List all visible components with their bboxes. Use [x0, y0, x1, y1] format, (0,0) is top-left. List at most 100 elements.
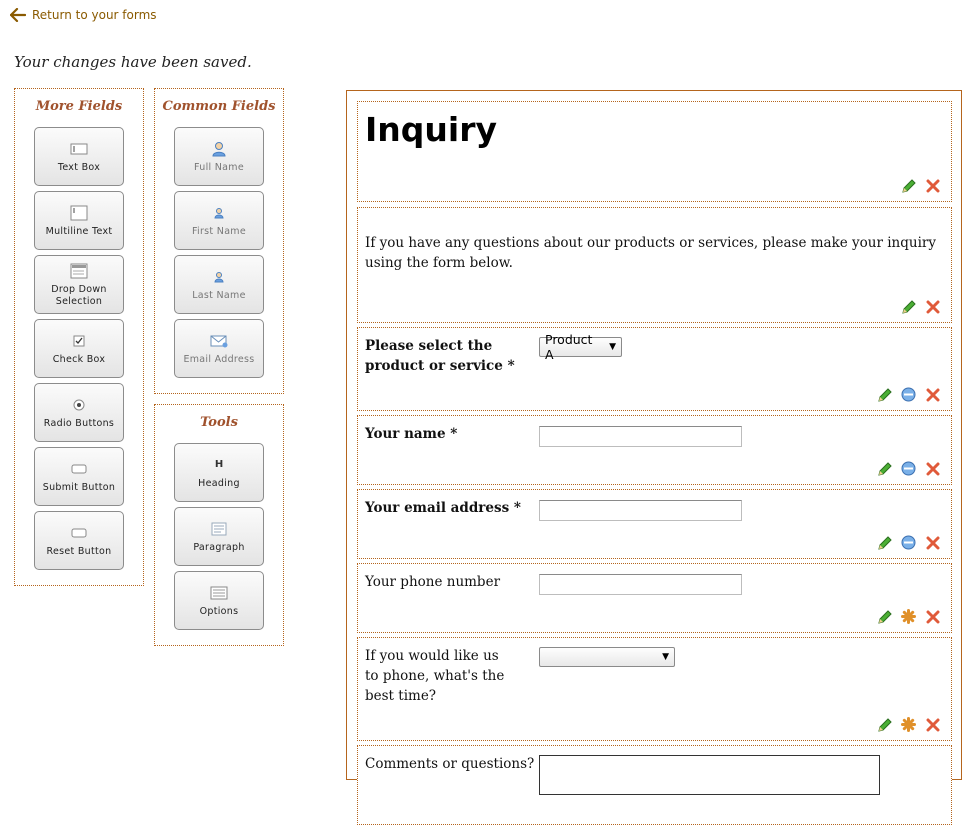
paragraph-actions: [900, 298, 941, 315]
form-paragraph-block[interactable]: If you have any questions about our prod…: [357, 207, 952, 323]
field-label: Your email address *: [365, 500, 521, 516]
optional-toggle-icon[interactable]: [900, 716, 917, 733]
add-dropdown-button[interactable]: Drop Down Selection: [34, 255, 124, 314]
required-toggle-icon[interactable]: [900, 460, 917, 477]
edit-pencil-icon[interactable]: [900, 177, 917, 194]
person-icon: [213, 268, 225, 286]
first-name-label: First Name: [191, 225, 247, 237]
common-fields-panel: Common Fields Full Name First Name Last …: [154, 88, 284, 394]
options-label: Options: [199, 605, 239, 617]
reset-button-icon: [71, 524, 87, 542]
edit-pencil-icon[interactable]: [876, 386, 893, 403]
add-options-button[interactable]: Options: [174, 571, 264, 630]
multiline-text-icon: [70, 204, 88, 222]
add-reset-button[interactable]: Reset Button: [34, 511, 124, 570]
add-last-name-button[interactable]: Last Name: [174, 255, 264, 314]
add-text-box-button[interactable]: Text Box: [34, 127, 124, 186]
heading-label: Heading: [198, 477, 240, 489]
add-email-address-button[interactable]: Email Address: [174, 319, 264, 378]
more-fields-panel: More Fields Text Box Multiline Text Drop…: [14, 88, 144, 586]
chevron-down-icon: ▼: [662, 652, 669, 662]
radio-buttons-label: Radio Buttons: [43, 417, 115, 429]
dropdown-icon: [70, 262, 88, 280]
form-editor: Inquiry If you have any questions about …: [346, 90, 962, 825]
arrow-left-icon: [10, 8, 26, 22]
text-box-label: Text Box: [57, 161, 101, 173]
delete-icon[interactable]: [924, 460, 941, 477]
field-label: Comments or questions?: [365, 756, 535, 772]
delete-icon[interactable]: [924, 386, 941, 403]
field-actions: [876, 460, 941, 477]
paragraph-icon: [211, 520, 227, 538]
product-select-value: Product A: [545, 332, 593, 362]
return-link-label: Return to your forms: [32, 8, 157, 22]
comments-textarea[interactable]: [539, 755, 880, 795]
delete-icon[interactable]: [924, 716, 941, 733]
product-select[interactable]: Product A ▼: [539, 332, 622, 362]
checkbox-label: Check Box: [52, 353, 106, 365]
required-toggle-icon[interactable]: [900, 534, 917, 551]
add-submit-button[interactable]: Submit Button: [34, 447, 124, 506]
optional-toggle-icon[interactable]: [900, 608, 917, 625]
more-fields-title: More Fields: [35, 99, 123, 114]
delete-icon[interactable]: [924, 534, 941, 551]
dropdown-label: Drop Down Selection: [51, 283, 107, 307]
field-label: Your phone number: [365, 574, 501, 590]
name-input[interactable]: [539, 426, 742, 447]
email-input[interactable]: [539, 500, 742, 521]
field-actions: [876, 534, 941, 551]
add-checkbox-button[interactable]: Check Box: [34, 319, 124, 378]
multiline-text-label: Multiline Text: [45, 225, 113, 237]
field-actions: [876, 716, 941, 733]
text-box-icon: [70, 140, 88, 158]
checkbox-icon: [73, 332, 85, 350]
add-heading-button[interactable]: H Heading: [174, 443, 264, 502]
field-name-block[interactable]: Your name *: [357, 415, 952, 485]
field-best-time-block[interactable]: If you would like us to phone, what's th…: [357, 637, 952, 741]
radio-icon: [73, 396, 85, 414]
chevron-down-icon: ▼: [609, 342, 616, 352]
field-actions: [876, 608, 941, 625]
heading-actions: [900, 177, 941, 194]
return-to-forms-link[interactable]: Return to your forms: [10, 6, 157, 24]
add-paragraph-button[interactable]: Paragraph: [174, 507, 264, 566]
field-label: If you would like us to phone, what's th…: [365, 648, 505, 704]
form-paragraph: If you have any questions about our prod…: [365, 235, 936, 271]
field-phone-block[interactable]: Your phone number: [357, 563, 952, 633]
edit-pencil-icon[interactable]: [900, 298, 917, 315]
required-toggle-icon[interactable]: [900, 386, 917, 403]
add-first-name-button[interactable]: First Name: [174, 191, 264, 250]
common-fields-title: Common Fields: [162, 99, 276, 114]
field-comments-block[interactable]: Comments or questions?: [357, 745, 952, 825]
edit-pencil-icon[interactable]: [876, 460, 893, 477]
field-product-block[interactable]: Please select the product or service * P…: [357, 327, 952, 411]
field-actions: [876, 386, 941, 403]
edit-pencil-icon[interactable]: [876, 534, 893, 551]
best-time-select[interactable]: ▼: [539, 647, 675, 667]
delete-icon[interactable]: [924, 177, 941, 194]
field-email-block[interactable]: Your email address *: [357, 489, 952, 559]
full-name-label: Full Name: [194, 161, 244, 173]
submit-button-icon: [71, 460, 87, 478]
submit-button-label: Submit Button: [42, 481, 116, 493]
form-heading-block[interactable]: Inquiry: [357, 101, 952, 202]
field-label: Please select the product or service *: [365, 338, 515, 374]
person-icon: [213, 204, 225, 222]
phone-input[interactable]: [539, 574, 742, 595]
delete-icon[interactable]: [924, 298, 941, 315]
delete-icon[interactable]: [924, 608, 941, 625]
heading-icon: H: [214, 459, 224, 470]
edit-pencil-icon[interactable]: [876, 608, 893, 625]
person-icon: [211, 140, 227, 158]
tools-title: Tools: [200, 415, 238, 430]
add-full-name-button[interactable]: Full Name: [174, 127, 264, 186]
last-name-label: Last Name: [192, 289, 246, 301]
field-label: Your name *: [365, 426, 458, 442]
add-multiline-text-button[interactable]: Multiline Text: [34, 191, 124, 250]
options-icon: [210, 584, 228, 602]
email-address-label: Email Address: [183, 353, 255, 365]
tools-panel: Tools H Heading Paragraph Options: [154, 404, 284, 646]
paragraph-label: Paragraph: [193, 541, 245, 553]
edit-pencil-icon[interactable]: [876, 716, 893, 733]
add-radio-buttons-button[interactable]: Radio Buttons: [34, 383, 124, 442]
